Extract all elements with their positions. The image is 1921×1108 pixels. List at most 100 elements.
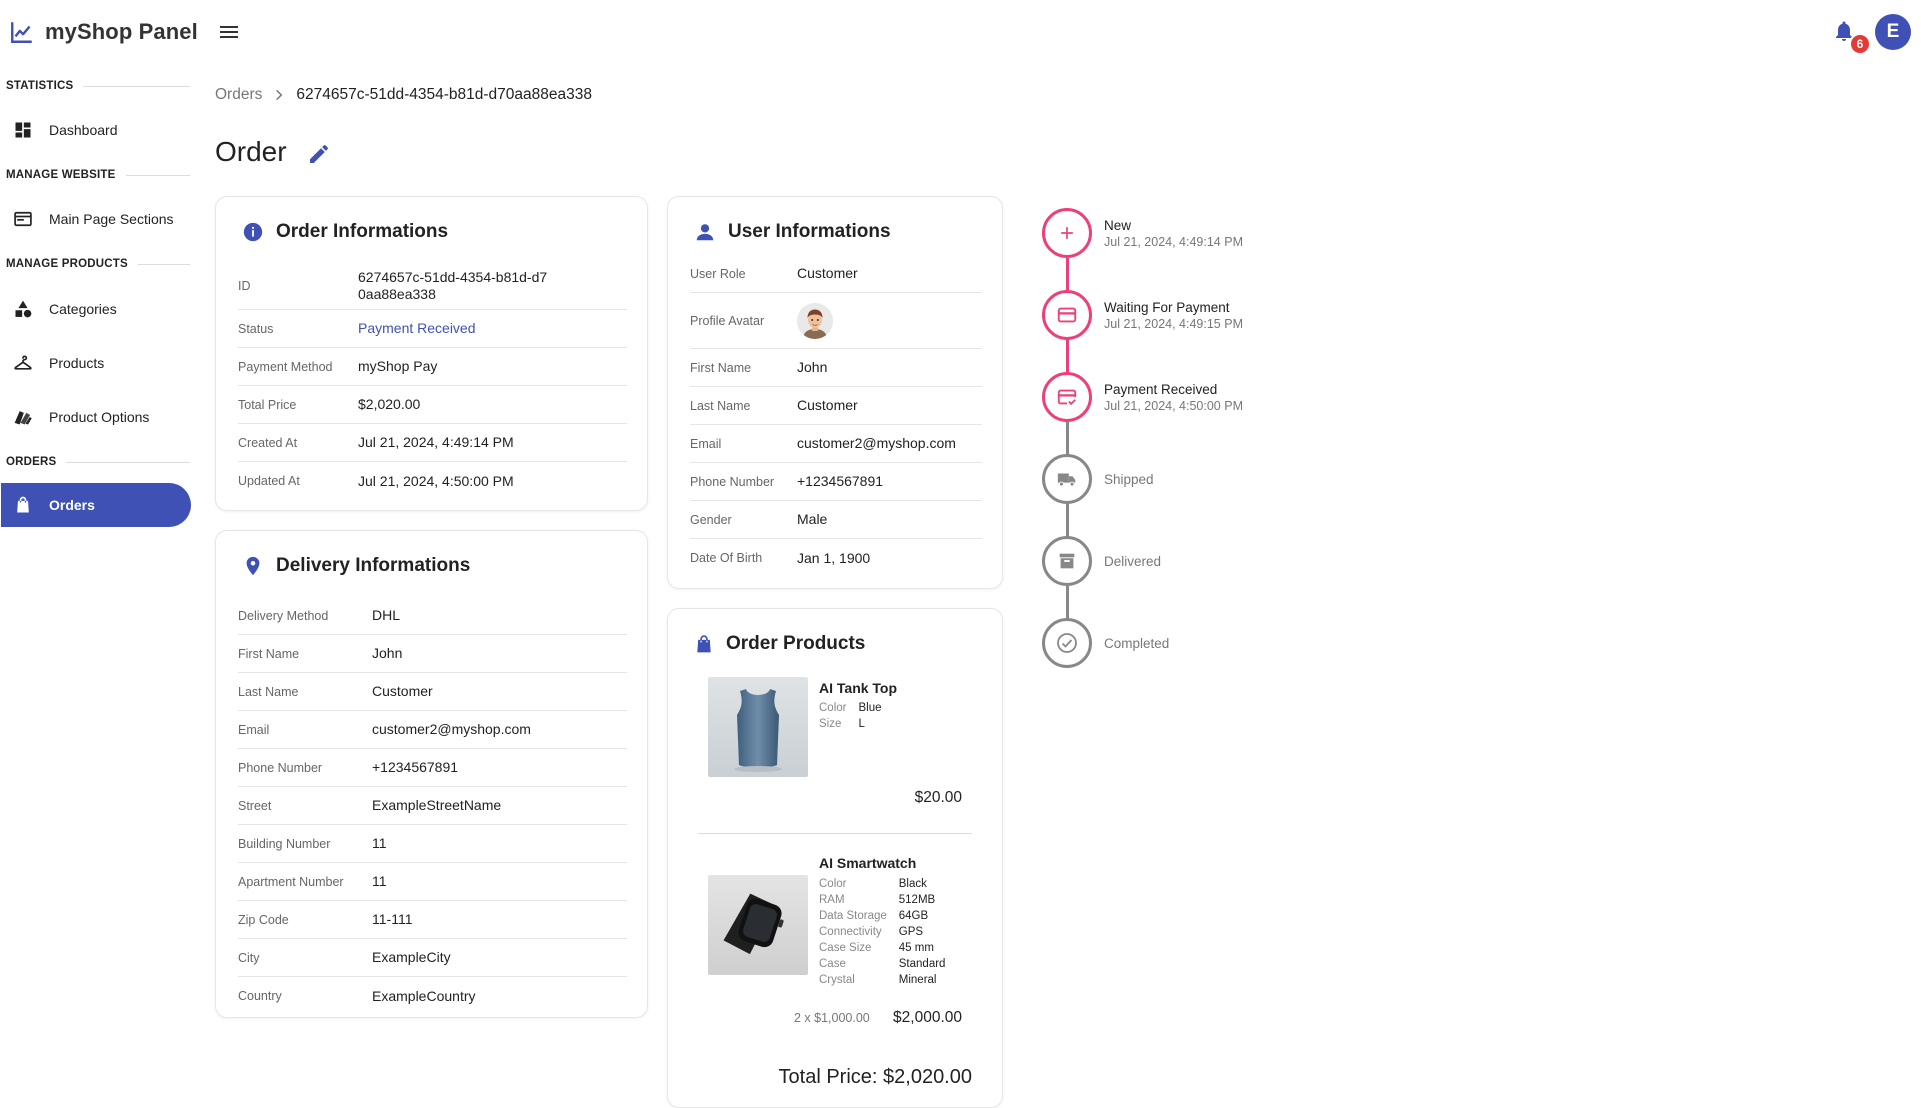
row-value: ExampleCity [372, 949, 451, 965]
row-value: 11 [372, 835, 387, 851]
section-label: ORDERS [6, 456, 57, 468]
sidebar-item-main-page-sections[interactable]: Main Page Sections [1, 197, 191, 241]
user-info-rows: User Role Customer Profile Avatar First N… [690, 255, 982, 577]
row-value: 11-111 [372, 911, 413, 927]
card-title: User Informations [728, 221, 891, 242]
row-label: Email [238, 722, 270, 737]
product-price: $20.00 [914, 789, 962, 806]
card-header: Delivery Informations [242, 555, 470, 577]
timeline-step-completed [1042, 618, 1092, 668]
delivery-row: Street ExampleStreetName [238, 787, 627, 825]
order-informations-card: Order Informations ID 6274657c-51dd-4354… [215, 196, 648, 511]
sidebar-item-label: Categories [49, 301, 117, 317]
sidebar-item-orders[interactable]: Orders [1, 483, 191, 527]
attribute-value: Black [898, 878, 927, 890]
section-divider [137, 263, 190, 265]
notification-count-badge: 6 [1849, 33, 1871, 55]
order-row-payment-method: Payment Method myShop Pay [238, 348, 627, 386]
attribute-value: Blue [858, 702, 882, 714]
row-value: John [372, 645, 403, 661]
timeline-connector [1066, 586, 1069, 620]
section-label: STATISTICS [6, 80, 74, 92]
pencil-icon [310, 144, 329, 163]
row-label: Total Price [238, 397, 297, 412]
attribute-value: Mineral [898, 974, 937, 986]
row-label: ID [238, 279, 251, 293]
sidebar-item-label: Orders [49, 497, 95, 513]
category-icon [13, 299, 33, 319]
row-value: Jul 21, 2024, 4:50:00 PM [358, 472, 514, 489]
dashboard-icon [13, 120, 33, 140]
product-quantity: 2 x $1,000.00 [794, 1011, 870, 1025]
attribute-label: Crystal [819, 974, 855, 986]
timeline-step-new [1042, 208, 1092, 258]
delivery-row: Country ExampleCountry [238, 977, 627, 1015]
row-label: Country [238, 989, 282, 1003]
profile-avatar-image [797, 302, 833, 339]
delivery-row: Delivery Method DHL [238, 597, 627, 635]
delivery-row: First Name John [238, 635, 627, 673]
row-label: User Role [690, 266, 746, 281]
timeline-connector [1066, 422, 1069, 456]
sidebar-item-dashboard[interactable]: Dashboard [1, 108, 191, 152]
user-row: Email customer2@myshop.com [690, 425, 982, 463]
delivery-row: Email customer2@myshop.com [238, 711, 627, 749]
delivery-row: Zip Code 11-111 [238, 901, 627, 939]
person-icon [696, 224, 714, 241]
order-row-status: Status Payment Received [238, 310, 627, 348]
line-chart-logo-icon [11, 22, 32, 43]
row-value: Customer [797, 397, 858, 413]
product-attributes: Color Blue Size L [819, 700, 882, 732]
row-label: Street [238, 798, 272, 813]
section-divider [66, 461, 190, 463]
user-row: Phone Number +1234567891 [690, 463, 982, 501]
order-products-card: Order Products AI Tank Top Color Blue Siz… [667, 608, 1003, 1108]
hanger-icon [13, 353, 33, 373]
row-label: Last Name [238, 684, 299, 699]
section-divider [125, 174, 190, 176]
menu-toggle-button[interactable] [217, 20, 241, 44]
attribute-value: 64GB [898, 910, 929, 922]
card-header: User Informations [694, 221, 891, 243]
truck-icon [1057, 473, 1076, 487]
delivery-info-rows: Delivery Method DHL First Name John Last N… [238, 597, 627, 1015]
edit-order-button[interactable] [307, 142, 333, 168]
user-row: Last Name Customer [690, 387, 982, 425]
sidebar-item-categories[interactable]: Categories [1, 287, 191, 331]
user-row: First Name John [690, 349, 982, 387]
attribute-label: Color [819, 878, 847, 890]
attribute-label: Case [819, 958, 846, 970]
product-divider [698, 833, 972, 834]
attribute-value: L [858, 718, 865, 730]
product-attributes: Color Black RAM 512MB Data Storage 64GB Con… [819, 876, 945, 988]
delivery-row: Apartment Number 11 [238, 863, 627, 901]
product-name: AI Smartwatch [819, 855, 917, 871]
order-row-updated-at: Updated At Jul 21, 2024, 4:50:00 PM [238, 462, 627, 500]
breadcrumb-current: 6274657c-51dd-4354-b81d-d70aa88ea338 [296, 86, 593, 103]
sidebar-item-label: Products [49, 355, 105, 371]
archive-box-icon [1059, 553, 1075, 569]
row-label: Date Of Birth [690, 551, 763, 565]
card-title: Order Products [726, 633, 866, 654]
timeline-step-label: Delivered [1104, 554, 1162, 569]
attribute-value: GPS [898, 926, 924, 938]
row-value: Jul 21, 2024, 4:49:14 PM [358, 434, 514, 450]
top-app-bar: myShop Panel 6 E [0, 0, 1921, 64]
sidebar-item-product-options[interactable]: Product Options [1, 395, 191, 439]
timeline-step-shipped [1042, 454, 1092, 504]
status-value: Payment Received [358, 320, 476, 336]
sidebar-item-products[interactable]: Products [1, 341, 191, 385]
user-avatar-button[interactable]: E [1875, 14, 1911, 50]
breadcrumb-orders-link[interactable]: Orders [215, 86, 262, 104]
row-label: Phone Number [238, 760, 323, 775]
timeline-step-label: New [1104, 218, 1132, 233]
brand[interactable]: myShop Panel [9, 19, 198, 45]
timeline-step-delivered [1042, 536, 1092, 586]
product-name: AI Tank Top [819, 680, 898, 696]
breadcrumb: Orders 6274657c-51dd-4354-b81d-d70aa88ea… [215, 86, 592, 104]
info-icon [243, 222, 263, 242]
delivery-row: Last Name Customer [238, 673, 627, 711]
row-value: myShop Pay [358, 358, 438, 374]
row-label: Building Number [238, 836, 331, 851]
shopping-bag-icon [697, 635, 711, 653]
